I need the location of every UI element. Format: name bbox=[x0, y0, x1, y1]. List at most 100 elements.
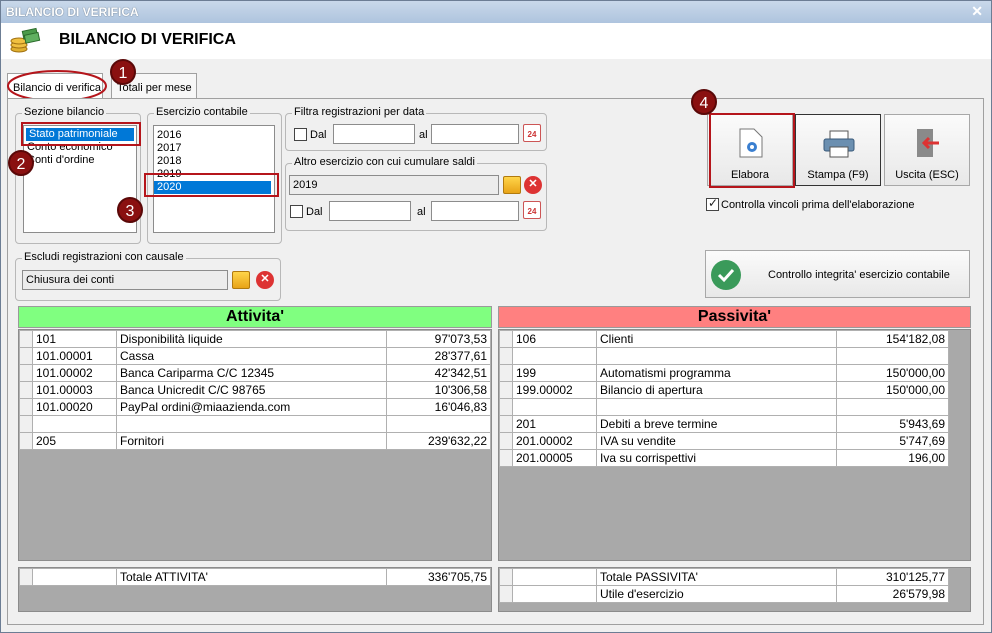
table-row[interactable] bbox=[499, 398, 949, 416]
marker-4: 4 bbox=[691, 89, 717, 115]
window-title: BILANCIO DI VERIFICA bbox=[6, 5, 139, 19]
row-selector bbox=[19, 364, 33, 382]
table-row[interactable]: 101.00003 Banca Unicredit C/C 98765 10'306… bbox=[19, 381, 491, 399]
row-selector bbox=[499, 585, 513, 603]
stampa-label: Stampa (F9) bbox=[807, 169, 869, 181]
amount-cell: 310'125,77 bbox=[836, 568, 949, 586]
account-code-cell: 205 bbox=[32, 432, 117, 450]
al-label-2: al bbox=[417, 206, 426, 218]
row-selector bbox=[19, 347, 33, 365]
amount-cell: 5'747,69 bbox=[836, 432, 949, 450]
controllo-integrita-button[interactable]: Controllo integrita' esercizio contabile bbox=[705, 250, 970, 298]
uscita-button[interactable]: Uscita (ESC) bbox=[884, 114, 970, 186]
highlight-box bbox=[144, 173, 279, 197]
al-date-input[interactable] bbox=[431, 124, 519, 144]
account-code-cell bbox=[512, 568, 597, 586]
attivita-header: Attivita' bbox=[18, 306, 492, 328]
table-row[interactable]: 199.00002 Bilancio di apertura 150'000,00 bbox=[499, 381, 949, 399]
dal-date-input[interactable] bbox=[333, 124, 415, 144]
stampa-button[interactable]: Stampa (F9) bbox=[795, 114, 881, 186]
amount-cell: 42'342,51 bbox=[386, 364, 491, 382]
description-cell: Totale ATTIVITA' bbox=[116, 568, 387, 586]
amount-cell: 28'377,61 bbox=[386, 347, 491, 365]
folder-icon[interactable] bbox=[232, 271, 250, 289]
dal-date-input-2[interactable] bbox=[329, 201, 411, 221]
al-date-input-2[interactable] bbox=[431, 201, 519, 221]
description-cell: Utile d'esercizio bbox=[596, 585, 837, 603]
calendar-icon[interactable]: 24 bbox=[523, 201, 541, 219]
table-row[interactable]: 106 Clienti 154'182,08 bbox=[499, 330, 949, 348]
description-cell: Automatismi programma bbox=[596, 364, 837, 382]
marker-3: 3 bbox=[117, 197, 143, 223]
row-selector bbox=[499, 330, 513, 348]
folder-icon[interactable] bbox=[503, 176, 521, 194]
passivita-totals-grid[interactable]: Totale PASSIVITA' 310'125,77 Utile d'eserc… bbox=[498, 567, 971, 612]
table-row[interactable]: 101.00001 Cassa 28'377,61 bbox=[19, 347, 491, 365]
amount-cell: 26'579,98 bbox=[836, 585, 949, 603]
description-cell: Bilancio di apertura bbox=[596, 381, 837, 399]
list-item[interactable]: 2018 bbox=[154, 155, 274, 168]
row-selector bbox=[19, 432, 33, 450]
controllo-integrita-label: Controllo integrita' esercizio contabile bbox=[768, 269, 950, 281]
table-row[interactable] bbox=[19, 415, 491, 433]
calendar-icon[interactable]: 24 bbox=[523, 124, 541, 142]
dal-checkbox[interactable] bbox=[294, 128, 307, 141]
delete-icon[interactable]: ✕ bbox=[256, 271, 274, 289]
delete-icon[interactable]: ✕ bbox=[524, 176, 542, 194]
dal-checkbox-2[interactable] bbox=[290, 205, 303, 218]
account-code-cell: 101.00002 bbox=[32, 364, 117, 382]
account-code-cell bbox=[32, 568, 117, 586]
dal-label: Dal bbox=[310, 129, 327, 141]
table-row[interactable]: 101.00020 PayPal ordini@miaazienda.com 16'… bbox=[19, 398, 491, 416]
table-row[interactable]: 101 Disponibilità liquide 97'073,53 bbox=[19, 330, 491, 348]
row-selector bbox=[19, 568, 33, 586]
amount-cell: 10'306,58 bbox=[386, 381, 491, 399]
header: BILANCIO DI VERIFICA bbox=[1, 23, 991, 59]
account-code-cell: 199.00002 bbox=[512, 381, 597, 399]
controlla-vincoli-checkbox[interactable] bbox=[706, 196, 719, 211]
description-cell: Cassa bbox=[116, 347, 387, 365]
account-code-cell: 201 bbox=[512, 415, 597, 433]
row-selector bbox=[19, 330, 33, 348]
attivita-grid[interactable]: 101 Disponibilità liquide 97'073,53 101.000… bbox=[18, 329, 492, 561]
table-row[interactable]: 101.00002 Banca Cariparma C/C 12345 42'342… bbox=[19, 364, 491, 382]
table-row[interactable]: Totale ATTIVITA' 336'705,75 bbox=[19, 568, 491, 586]
description-cell: PayPal ordini@miaazienda.com bbox=[116, 398, 387, 416]
filtra-data-label: Filtra registrazioni per data bbox=[292, 106, 427, 118]
account-code-cell bbox=[512, 585, 597, 603]
list-item[interactable]: 2017 bbox=[154, 142, 274, 155]
amount-cell: 97'073,53 bbox=[386, 330, 491, 348]
table-row[interactable]: 201.00005 Iva su corrispettivi 196,00 bbox=[499, 449, 949, 467]
amount-cell: 5'943,69 bbox=[836, 415, 949, 433]
account-code-cell: 106 bbox=[512, 330, 597, 348]
description-cell: Fornitori bbox=[116, 432, 387, 450]
controlla-vincoli-label: Controlla vincoli prima dell'elaborazion… bbox=[721, 199, 915, 211]
table-row[interactable]: 205 Fornitori 239'632,22 bbox=[19, 432, 491, 450]
dal-label-2: Dal bbox=[306, 206, 323, 218]
list-item[interactable]: 2016 bbox=[154, 129, 274, 142]
uscita-label: Uscita (ESC) bbox=[895, 169, 959, 181]
account-code-cell: 101 bbox=[32, 330, 117, 348]
amount-cell bbox=[386, 415, 491, 433]
passivita-grid[interactable]: 106 Clienti 154'182,08 199 Automatismi progr… bbox=[498, 329, 971, 561]
close-icon[interactable]: ✕ bbox=[971, 3, 983, 20]
title-bar: BILANCIO DI VERIFICA ✕ bbox=[1, 1, 991, 23]
highlight-box bbox=[21, 122, 141, 146]
table-row[interactable]: 199 Automatismi programma 150'000,00 bbox=[499, 364, 949, 382]
table-row[interactable]: 201 Debiti a breve termine 5'943,69 bbox=[499, 415, 949, 433]
attivita-totals-grid[interactable]: Totale ATTIVITA' 336'705,75 bbox=[18, 567, 492, 612]
table-row[interactable]: 201.00002 IVA su vendite 5'747,69 bbox=[499, 432, 949, 450]
amount-cell: 154'182,08 bbox=[836, 330, 949, 348]
causale-field[interactable]: Chiusura dei conti bbox=[22, 270, 228, 290]
account-code-cell bbox=[512, 398, 597, 416]
amount-cell: 150'000,00 bbox=[836, 381, 949, 399]
table-row[interactable] bbox=[499, 347, 949, 365]
amount-cell: 336'705,75 bbox=[386, 568, 491, 586]
coins-stack-icon bbox=[10, 27, 41, 53]
list-item[interactable]: Conti d'ordine bbox=[24, 154, 136, 167]
table-row[interactable]: Totale PASSIVITA' 310'125,77 bbox=[499, 568, 949, 586]
row-selector bbox=[499, 398, 513, 416]
account-code-cell bbox=[512, 347, 597, 365]
table-row[interactable]: Utile d'esercizio 26'579,98 bbox=[499, 585, 949, 603]
altro-esercizio-field[interactable]: 2019 bbox=[289, 175, 499, 195]
